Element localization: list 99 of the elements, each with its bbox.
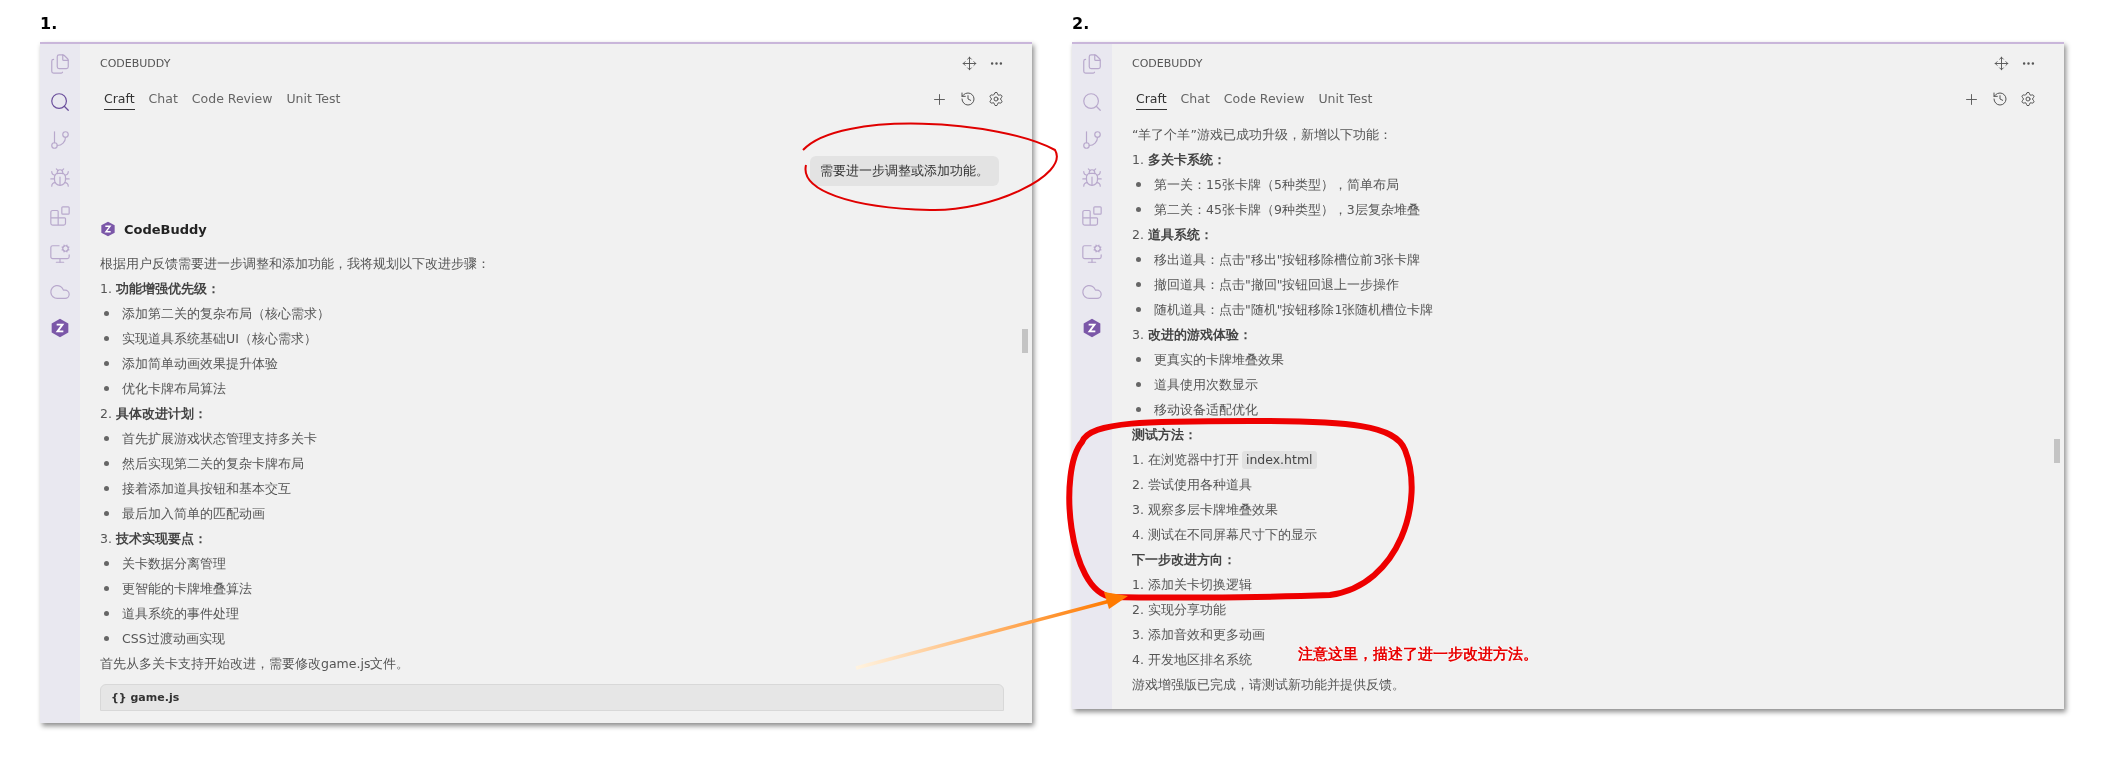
tab[interactable]: Craft: [1136, 88, 1167, 110]
settings-icon[interactable]: [2020, 91, 2036, 107]
bullet-icon: [104, 461, 109, 466]
text-line: 3. 改进的游戏体验：: [1132, 326, 1252, 344]
list-item: CSS过渡动画实现: [122, 630, 225, 648]
bug-icon[interactable]: [48, 166, 72, 190]
scrollbar-thumb[interactable]: [1022, 329, 1028, 353]
text-line: 1. 添加关卡切换逻辑: [1132, 576, 1252, 594]
bullet-icon: [104, 636, 109, 641]
section-heading: 测试方法：: [1132, 426, 1197, 444]
list-item: 更真实的卡牌堆叠效果: [1154, 351, 1284, 369]
list-item: 优化卡牌布局算法: [122, 380, 226, 398]
branch-icon[interactable]: [1080, 128, 1104, 152]
tab[interactable]: Code Review: [191, 88, 273, 110]
settings-icon[interactable]: [988, 91, 1004, 107]
panel-title: CODEBUDDY: [1132, 56, 1203, 70]
bullet-icon: [1136, 207, 1141, 212]
tab[interactable]: Code Review: [1223, 88, 1305, 110]
list-item: 更智能的卡牌堆叠算法: [122, 580, 252, 598]
section-heading: 下一步改进方向：: [1132, 551, 1236, 569]
bullet-icon: [104, 386, 109, 391]
bullet-icon: [1136, 407, 1141, 412]
tab[interactable]: Unit Test: [286, 88, 341, 110]
files-icon[interactable]: [1080, 52, 1104, 76]
move-icon[interactable]: [1994, 55, 2009, 71]
bullet-icon: [1136, 257, 1141, 262]
history-icon[interactable]: [1992, 91, 2008, 107]
files-icon[interactable]: [48, 52, 72, 76]
text-line: 2. 道具系统：: [1132, 226, 1213, 244]
step-label: 2.: [1072, 13, 1090, 35]
list-item: 移出道具：点击"移出"按钮移除槽位前3张卡牌: [1154, 251, 1421, 269]
bullet-icon: [104, 361, 109, 366]
text-line: 4. 开发地区排名系统: [1132, 651, 1252, 669]
inline-code: index.html: [1241, 450, 1317, 469]
list-item: 关卡数据分离管理: [122, 555, 226, 573]
list-item: 添加第二关的复杂布局（核心需求）: [122, 305, 330, 323]
list-item: 最后加入简单的匹配动画: [122, 505, 265, 523]
bullet-icon: [104, 311, 109, 316]
text-line: “羊了个羊”游戏已成功升级，新增以下功能：: [1132, 126, 1392, 144]
text-line: 3. 技术实现要点：: [100, 530, 207, 548]
logo-icon: [100, 221, 116, 237]
list-item: 接着添加道具按钮和基本交互: [122, 480, 291, 498]
step-label: 1.: [40, 13, 58, 35]
bullet-icon: [104, 436, 109, 441]
code-block-header: {} game.js: [100, 684, 1004, 711]
tab[interactable]: Chat: [148, 88, 178, 110]
list-item: 道具系统的事件处理: [122, 605, 239, 623]
text-line: 游戏增强版已完成，请测试新功能并提供反馈。: [1132, 676, 1405, 694]
text-line: 2. 尝试使用各种道具: [1132, 476, 1252, 494]
text-line: 1. 多关卡系统：: [1132, 151, 1226, 169]
bullet-icon: [1136, 307, 1141, 312]
text-line: 2. 实现分享功能: [1132, 601, 1226, 619]
tab[interactable]: Chat: [1180, 88, 1210, 110]
bullet-icon: [104, 586, 109, 591]
list-item: 添加简单动画效果提升体验: [122, 355, 278, 373]
extensions-icon[interactable]: [48, 204, 72, 228]
tab[interactable]: Craft: [104, 88, 135, 110]
monitor-icon[interactable]: [48, 242, 72, 266]
list-item: 道具使用次数显示: [1154, 376, 1258, 394]
text-line: 4. 测试在不同屏幕尺寸下的显示: [1132, 526, 1317, 544]
history-icon[interactable]: [960, 91, 976, 107]
tab[interactable]: Unit Test: [1318, 88, 1373, 110]
extensions-icon[interactable]: [1080, 204, 1104, 228]
text-line: 2. 具体改进计划：: [100, 405, 207, 423]
list-item: 移动设备适配优化: [1154, 401, 1258, 419]
text-line: 根据用户反馈需要进一步调整和添加功能，我将规划以下改进步骤：: [100, 255, 490, 273]
logo-icon: [1082, 318, 1102, 338]
bullet-icon: [1136, 182, 1141, 187]
list-item: 然后实现第二关的复杂卡牌布局: [122, 455, 304, 473]
text-line: 1. 功能增强优先级：: [100, 280, 220, 298]
bullet-icon: [104, 486, 109, 491]
assistant-name: CodeBuddy: [124, 221, 207, 237]
move-icon[interactable]: [962, 55, 977, 71]
bug-icon[interactable]: [1080, 166, 1104, 190]
list-item: 第二关：45张卡牌（9种类型），3层复杂堆叠: [1154, 201, 1420, 219]
bullet-icon: [104, 336, 109, 341]
user-message: 需要进一步调整或添加功能。: [810, 156, 999, 186]
bullet-icon: [104, 561, 109, 566]
bullet-icon: [1136, 382, 1141, 387]
scrollbar-thumb[interactable]: [2054, 439, 2060, 463]
search-icon[interactable]: [48, 90, 72, 114]
annotation-text: 注意这里，描述了进一步改进方法。: [1298, 645, 1538, 664]
bullet-icon: [1136, 282, 1141, 287]
text-line: 3. 添加音效和更多动画: [1132, 626, 1265, 644]
logo-icon: [50, 318, 70, 338]
branch-icon[interactable]: [48, 128, 72, 152]
text-line: 1. 在浏览器中打开: [1132, 451, 1239, 469]
monitor-icon[interactable]: [1080, 242, 1104, 266]
bullet-icon: [1136, 357, 1141, 362]
panel-title: CODEBUDDY: [100, 56, 171, 70]
bullet-icon: [104, 511, 109, 516]
bullet-icon: [104, 611, 109, 616]
list-item: 首先扩展游戏状态管理支持多关卡: [122, 430, 317, 448]
text-line: 3. 观察多层卡牌堆叠效果: [1132, 501, 1278, 519]
list-item: 随机道具：点击"随机"按钮移除1张随机槽位卡牌: [1154, 301, 1434, 319]
list-item: 实现道具系统基础UI（核心需求）: [122, 330, 317, 348]
list-item: 第一关：15张卡牌（5种类型），简单布局: [1154, 176, 1399, 194]
list-item: 撤回道具：点击"撤回"按钮回退上一步操作: [1154, 276, 1400, 294]
text-line: 首先从多关卡支持开始改进，需要修改game.js文件。: [100, 655, 410, 673]
